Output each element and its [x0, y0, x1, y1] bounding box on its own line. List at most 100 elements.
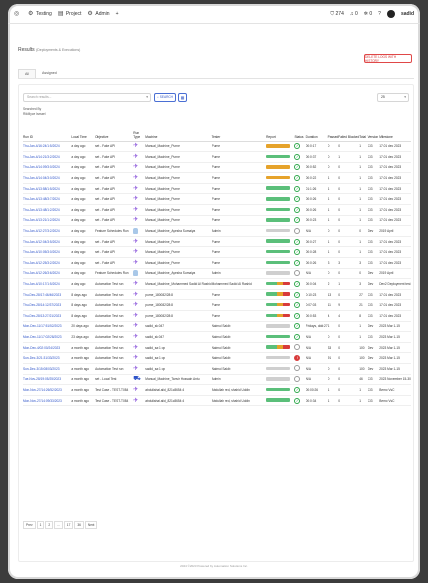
run-id-link[interactable]: Thu-Jan-4/10:05/3:0/2024 — [23, 246, 72, 259]
report-bar[interactable] — [266, 377, 291, 381]
search-button[interactable]: ⌕ SEARCH — [154, 93, 176, 102]
report-bar[interactable] — [266, 228, 291, 233]
run-id-link[interactable]: Thu-Jan-4/14:04/3:0/2024 — [23, 172, 72, 184]
page-size-select[interactable]: 25 ▾ — [377, 93, 409, 102]
run-id-link[interactable]: Sun-Dec-3/15:08/03/2023 — [23, 363, 72, 375]
run-id-link[interactable]: Sun-Dec-3/21:31/33/2023 — [23, 352, 72, 364]
avatar[interactable] — [386, 10, 395, 18]
report[interactable] — [266, 331, 295, 343]
report[interactable] — [266, 204, 295, 216]
report[interactable] — [266, 246, 295, 259]
run-id-link[interactable]: Thu-Dec-28/13:27/21/2023 — [23, 310, 72, 322]
page-button[interactable]: Next — [84, 521, 98, 529]
table-row[interactable]: Mon-Dec-11/17:51/52/2023 20 days ago Autom… — [23, 321, 411, 333]
run-id-link[interactable]: Thu-Jan-4/12:04/3:5/2024 — [23, 236, 72, 248]
report[interactable] — [266, 268, 295, 280]
table-row[interactable]: Thu-Dec-28/13:27/21/2023 8 days ago Automa… — [23, 310, 411, 322]
report[interactable] — [266, 363, 295, 375]
run-id-link[interactable]: Thu-Jan-4/12:26/3:6/2024 — [23, 268, 72, 280]
table-row[interactable]: Thu-Dec-28/17:46/46/2023 8 days ago Automa… — [23, 289, 411, 301]
column-header[interactable]: Milestone — [379, 127, 411, 142]
table-row[interactable]: Thu-Jan-4/12:27/3:2/2024 a day ago Feature… — [23, 225, 411, 237]
user-name[interactable]: sadid — [401, 11, 414, 17]
run-id-link[interactable]: Thu-Jan-4/14:09/3:0/2024 — [23, 162, 72, 174]
report-bar[interactable] — [266, 292, 291, 296]
tab-assigned[interactable]: Assigned — [36, 69, 63, 78]
run-id-link[interactable]: Thu-Dec-28/17:46/46/2023 — [23, 289, 72, 301]
column-header[interactable]: Tester — [211, 127, 267, 142]
report-bar[interactable] — [266, 271, 291, 275]
help-icon[interactable]: ? — [378, 11, 381, 17]
add-button[interactable]: + — [116, 11, 119, 17]
report[interactable] — [266, 162, 295, 174]
table-row[interactable]: Tue-Nov-28/19:05/25/2023 a month ago set -… — [23, 374, 411, 386]
report[interactable] — [266, 236, 295, 248]
run-id-link[interactable]: Thu-Jan-4/14:21/3:2/2024 — [23, 151, 72, 163]
report-bar[interactable] — [266, 324, 291, 328]
report-bar[interactable] — [266, 207, 291, 212]
table-row[interactable]: Thu-Jan-4/13:21/1:2/2024 a day ago set - F… — [23, 215, 411, 227]
run-id-link[interactable]: Thu-Jan-4/12:25/3:2/2024 — [23, 257, 72, 269]
run-id-link[interactable]: Thu-Jan-4/13:21/1:2/2024 — [23, 215, 72, 227]
report[interactable] — [266, 342, 295, 354]
table-row[interactable]: Thu-Jan-4/12:04/3:5/2024 a day ago set - F… — [23, 236, 411, 248]
column-header[interactable]: Version — [367, 127, 380, 142]
table-row[interactable]: Thu-Jan-4/13:58/1:5/2024 a day ago set - F… — [23, 183, 411, 195]
page-button[interactable]: ... — [54, 521, 63, 529]
table-row[interactable]: Sun-Dec-3/21:31/33/2023 a month ago Automa… — [23, 352, 411, 364]
table-row[interactable]: Thu-Jan-4/14:21/3:2/2024 a day ago set - F… — [23, 151, 411, 163]
report-bar[interactable] — [266, 387, 291, 392]
credits-indicator[interactable]: ⛉ 274 — [330, 11, 343, 17]
column-header[interactable]: Machine — [145, 127, 212, 142]
report[interactable] — [266, 141, 295, 153]
table-row[interactable]: Mon-Nov-27/14:09/33/2023 a month ago Test … — [23, 395, 411, 407]
column-header[interactable]: Run ID — [23, 127, 72, 142]
report[interactable] — [266, 172, 295, 184]
table-row[interactable]: Sun-Dec-3/15:08/03/2023 a month ago Automa… — [23, 363, 411, 375]
report[interactable] — [266, 289, 295, 301]
report-bar[interactable] — [266, 281, 291, 286]
page-button[interactable]: 17 — [63, 521, 74, 529]
nav-project[interactable]: ▤ Project — [58, 11, 82, 17]
column-header[interactable]: Objective — [95, 127, 134, 142]
nav-testing[interactable]: ⚙ Testing — [28, 11, 52, 17]
report[interactable] — [266, 310, 295, 322]
page-button[interactable]: 2 — [45, 521, 54, 529]
run-id-link[interactable]: Tue-Nov-28/19:05/25/2023 — [23, 374, 72, 386]
report-bar[interactable] — [266, 165, 291, 169]
run-id-link[interactable]: Mon-Dec-11/17:02/28/2023 — [23, 331, 72, 343]
table-row[interactable]: Thu-Jan-4/13:48/3:7/2024 a day ago set - F… — [23, 193, 411, 206]
page-button[interactable]: 36 — [74, 521, 84, 529]
table-row[interactable]: Mon-Nov-27/14:26/52/2023 a month ago Test … — [23, 384, 411, 396]
table-row[interactable]: Mon-Dec-4/02:00/24/2023 a month ago Automa… — [23, 342, 411, 354]
home-icon[interactable]: ◎ — [14, 11, 22, 17]
delete-logs-button[interactable]: DELETE LOGS WITH HISTORY — [364, 54, 412, 63]
column-header[interactable]: Report — [266, 127, 295, 142]
report-bar[interactable] — [266, 355, 291, 360]
report-bar[interactable] — [266, 197, 291, 201]
table-row[interactable]: Thu-Dec-28/14:12/37/2023 8 days ago Automa… — [23, 299, 411, 311]
column-header[interactable]: Passed — [327, 127, 339, 142]
run-id-link[interactable]: Thu-Dec-28/14:12/37/2023 — [23, 299, 72, 311]
column-header[interactable]: Total — [359, 127, 368, 142]
report-bar[interactable] — [266, 218, 291, 222]
report-bar[interactable] — [266, 175, 291, 180]
report-bar[interactable] — [266, 144, 291, 148]
column-header[interactable]: Duration — [305, 127, 328, 142]
report[interactable] — [266, 384, 295, 396]
report-bar[interactable] — [266, 302, 291, 307]
page-button[interactable]: 1 — [36, 521, 45, 529]
search-input[interactable]: Search results... ▾ — [23, 93, 151, 102]
column-header[interactable]: Blocked — [347, 127, 360, 142]
report[interactable] — [266, 374, 295, 386]
report[interactable] — [266, 395, 295, 407]
report[interactable] — [266, 225, 295, 237]
run-id-link[interactable]: Thu-Jan-4/10:17/1:5/2024 — [23, 278, 72, 290]
run-id-link[interactable]: Thu-Jan-4/13:58/1:5/2024 — [23, 183, 72, 195]
report-bar[interactable] — [266, 366, 291, 371]
table-row[interactable]: Mon-Dec-11/17:02/28/2023 23 days ago Autom… — [23, 331, 411, 343]
column-header[interactable]: Run Type — [133, 127, 146, 142]
run-id-link[interactable]: Mon-Nov-27/14:26/52/2023 — [23, 384, 72, 396]
run-id-link[interactable]: Thu-Jan-4/12:27/3:2/2024 — [23, 225, 72, 237]
tab-all[interactable]: All — [18, 69, 36, 78]
